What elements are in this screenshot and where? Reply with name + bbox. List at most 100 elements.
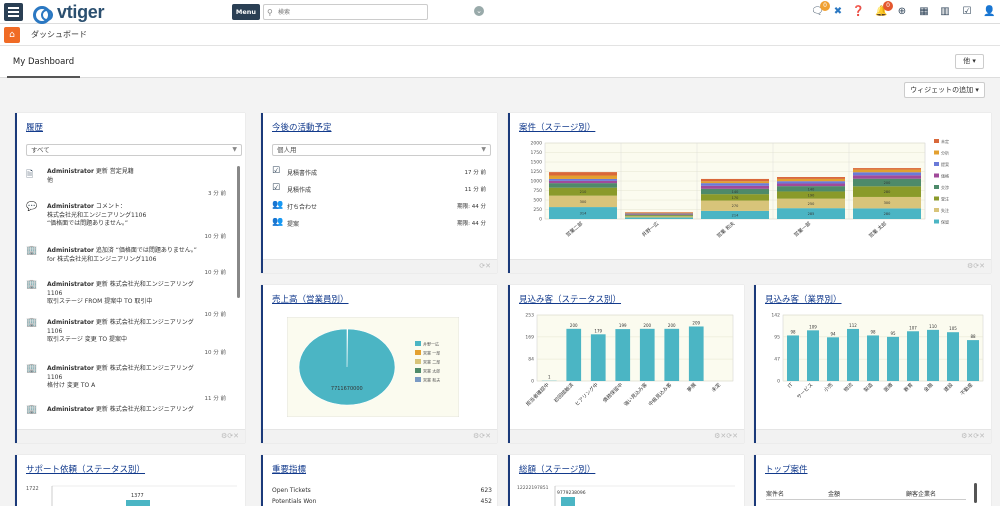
y-tick-label: 84 xyxy=(528,357,534,363)
history-item[interactable]: 🏢 Administrator 更新 株式会社光和エンジニアリング 1106 取引ステ… xyxy=(26,280,227,318)
history-time: 10 分 前 xyxy=(204,312,227,318)
history-item[interactable]: 💬 Administrator コメント： 株式会社光和エンジニアリング1106 “価… xyxy=(26,202,226,240)
history-actor[interactable]: Administrator xyxy=(47,406,94,413)
history-actor[interactable]: Administrator xyxy=(47,281,94,288)
bar-segment xyxy=(549,180,617,184)
vtiger-x-icon[interactable]: ✖ xyxy=(831,5,845,19)
activity-name[interactable]: 見積書作成 xyxy=(287,168,317,177)
widget-actions-icon[interactable]: ⚙⟳✕ xyxy=(473,432,491,440)
bar-data-label: 200 xyxy=(668,323,676,328)
activity-time: 11 分 前 xyxy=(464,187,487,193)
history-filter-select[interactable]: すべて ▼ xyxy=(26,144,242,156)
deals-stacked-bar-chart: 0 250 500 750 1000 1250 1500 1750 2000 314 300 210 営… xyxy=(531,138,949,239)
hamburger-menu-icon[interactable] xyxy=(4,3,23,21)
widget-title[interactable]: 履歴 xyxy=(26,121,43,133)
more-button[interactable]: 他 ▾ xyxy=(955,54,984,69)
y-tick-label: 95 xyxy=(774,334,780,340)
bar-segment xyxy=(625,214,693,216)
history-scrollbar[interactable] xyxy=(237,166,240,298)
kpi-row[interactable]: Potentials Won 452 xyxy=(272,498,492,506)
activities-filter-select[interactable]: 個人用 ▼ xyxy=(272,144,491,156)
calendar-icon[interactable]: ▦ xyxy=(918,5,930,19)
divider xyxy=(766,499,966,500)
history-item[interactable]: 🏢 Administrator 更新 株式会社光和エンジニアリング 1106 取引ステ… xyxy=(26,318,226,356)
x-tick-label: 物流 xyxy=(842,381,854,393)
dashboard-home-icon[interactable]: ⌂ xyxy=(4,27,20,43)
history-actor[interactable]: Administrator xyxy=(47,168,94,175)
tab-my-dashboard[interactable]: My Dashboard xyxy=(7,52,80,78)
widget-title[interactable]: 見込み客（ステータス別） xyxy=(519,293,621,305)
menu-button[interactable]: Menu xyxy=(232,4,260,20)
history-detail: “価格面では問題ありません。” xyxy=(47,220,129,227)
search-input[interactable] xyxy=(278,6,418,18)
bar xyxy=(807,330,819,381)
history-item[interactable]: 🗎 Administrator 更新 営定見籍他 3 分 前 xyxy=(26,167,226,203)
bar-segment xyxy=(625,212,693,213)
history-item[interactable]: 🏢 Administrator 更新 株式会社光和エンジニアリング xyxy=(26,405,226,441)
bar-data-label: 209 xyxy=(692,320,700,325)
history-actor[interactable]: Administrator xyxy=(47,365,94,372)
bar-data-label: 280 xyxy=(884,190,891,194)
logo-mark-icon xyxy=(31,4,55,24)
user-icon[interactable]: 👤 xyxy=(983,5,995,19)
activity-item[interactable]: 👥 打ち合わせ 期限: 44 分 xyxy=(272,200,486,213)
widget-actions-icon[interactable]: ⚙✕⟳✕ xyxy=(714,432,738,440)
legend-label: 井野一広 xyxy=(423,341,439,347)
pie-slice xyxy=(298,328,396,406)
legend-swatch xyxy=(934,150,939,155)
legend-swatch xyxy=(415,350,421,355)
x-tick-label: 小売 xyxy=(822,381,834,393)
add-widget-button[interactable]: ウィジェットの追加 ▾ xyxy=(904,82,985,98)
vtiger-logo[interactable]: vtiger xyxy=(31,1,105,24)
legend-label: 保留 xyxy=(941,219,949,225)
widget-actions-icon[interactable]: ⟳✕ xyxy=(479,262,491,270)
bar-data-label: 107 xyxy=(909,325,917,330)
widget-title[interactable]: サポート依頼（ステータス別） xyxy=(26,463,145,475)
widget-title[interactable]: 重要指標 xyxy=(272,463,306,475)
widget-title[interactable]: 今後の活動予定 xyxy=(272,121,332,133)
history-actor[interactable]: Administrator xyxy=(47,247,94,254)
legend-swatch xyxy=(934,219,939,224)
activity-name[interactable]: 見積作成 xyxy=(287,185,311,194)
history-item-text: Administrator コメント： 株式会社光和エンジニアリング1106 “価格… xyxy=(47,203,225,229)
widget-title[interactable]: トップ案件 xyxy=(765,463,808,475)
widget-actions-icon[interactable]: ⚙⟳✕ xyxy=(967,262,985,270)
quick-create-icon[interactable]: ⊕ xyxy=(896,5,908,19)
bar-segment xyxy=(625,216,693,218)
legend-label: 価格 xyxy=(941,173,949,179)
top-deals-scrollbar[interactable] xyxy=(974,483,977,503)
y-tick-label: 250 xyxy=(533,207,542,213)
legend-swatch xyxy=(934,139,939,143)
widget-title[interactable]: 売上高（営業員別） xyxy=(272,293,349,305)
widget-title[interactable]: 案件（ステージ別） xyxy=(519,121,595,133)
advanced-search-icon[interactable]: ⌄ xyxy=(474,6,484,16)
kpi-row[interactable]: Open Tickets 623 xyxy=(272,487,492,497)
history-item-text: Administrator 更新 営定見籍他 xyxy=(47,168,225,185)
building-icon: 🏢 xyxy=(26,405,38,415)
bar-data-label: 200 xyxy=(570,323,578,328)
checkbox-icon: ☑ xyxy=(272,166,281,176)
history-actor[interactable]: Administrator xyxy=(47,203,94,210)
history-item[interactable]: 🏢 Administrator 追加済 “価格面では問題ありません。” for 株式… xyxy=(26,246,226,282)
activity-name[interactable]: 打ち合わせ xyxy=(287,202,317,211)
x-tick-label: 教育 xyxy=(902,381,914,393)
history-detail: 取引ステージ 変更 TO 提案中 xyxy=(47,336,127,343)
column-header[interactable]: 顧客企業名 xyxy=(906,489,936,498)
widget-title[interactable]: 見込み客（業界別） xyxy=(765,293,842,305)
column-header[interactable]: 金額 xyxy=(828,489,840,498)
bar xyxy=(590,334,606,381)
widget-title[interactable]: 総額（ステージ別） xyxy=(519,463,595,475)
reports-icon[interactable]: ▥ xyxy=(939,5,951,19)
history-actor[interactable]: Administrator xyxy=(47,319,94,326)
help-icon[interactable]: ❓ xyxy=(852,5,864,19)
activity-item[interactable]: 👥 提案 期限: 44 分 xyxy=(272,217,486,230)
activity-item[interactable]: ☑ 見積書作成 17 分 前 xyxy=(272,166,486,179)
column-header[interactable]: 案件名 xyxy=(766,489,784,498)
activity-name[interactable]: 提案 xyxy=(287,219,299,228)
activity-item[interactable]: ☑ 見積作成 11 分 前 xyxy=(272,183,487,196)
widget-actions-icon[interactable]: ⚙✕⟳✕ xyxy=(961,432,985,440)
widget-footer: ⟳✕ xyxy=(263,259,497,273)
tasks-icon[interactable]: ☑ xyxy=(961,5,973,19)
history-item[interactable]: 🏢 Administrator 更新 株式会社光和エンジニアリング 1106 格付け … xyxy=(26,364,226,402)
global-search[interactable]: ⚲ xyxy=(263,4,428,20)
